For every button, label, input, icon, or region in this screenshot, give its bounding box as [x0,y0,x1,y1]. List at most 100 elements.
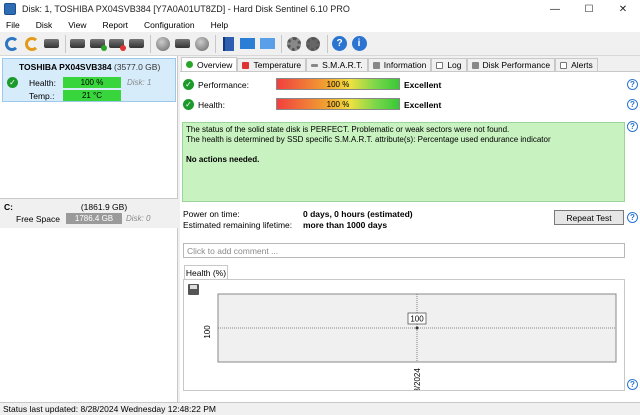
tab-log[interactable]: Log [431,58,467,71]
performance-bar: 100 % [276,78,400,90]
menu-view[interactable]: View [68,20,86,30]
overview-icon [186,61,193,68]
toolbar-separator [149,34,151,53]
tab-label: Information [383,60,427,70]
preferences-icon [306,36,320,51]
help-icon[interactable]: ? [627,379,638,390]
tab-overview[interactable]: Overview [181,57,238,71]
disk-name: TOSHIBA PX04SVB384 (3577.0 GB) [19,62,160,72]
disk-health-bar: 100 % [63,77,121,88]
menu-file[interactable]: File [6,20,20,30]
disk-button[interactable] [69,35,87,53]
information-icon [372,61,380,69]
send-button[interactable] [258,35,276,53]
y-tick-label: 100 [203,325,212,339]
menu-configuration[interactable]: Configuration [144,20,195,30]
repeat-test-button[interactable]: Repeat Test [554,210,624,225]
settings-icon [286,36,301,51]
health-label: Health: [198,100,225,110]
disk-error-icon [109,39,126,51]
surface-test-button[interactable] [154,35,172,53]
status-bar: Status last updated: 8/28/2024 Wednesday… [0,402,640,415]
help-button[interactable]: ? [331,35,349,53]
status-description: The status of the solid state disk is PE… [182,122,625,202]
status-line: The health is determined by SSD specific… [186,135,551,144]
help-icon[interactable]: ? [627,121,638,132]
temp-label: Temp.: [29,91,55,101]
tab-information[interactable]: Information [367,58,432,71]
toolbar-separator [64,34,66,53]
x-tick-label: 8/28/2024 [413,368,422,390]
title-bar: Disk: 1, TOSHIBA PX04SVB384 [Y7A0A01UT8Z… [0,0,640,18]
log-icon [436,61,444,69]
free-space-bar: 1786.4 GB [66,213,122,224]
app-icon [4,3,16,15]
comment-input[interactable]: Click to add comment ... [183,243,625,258]
volume-disk-tag: Disk: 0 [126,214,151,223]
disk-tile[interactable]: TOSHIBA PX04SVB384 (3577.0 GB) ✓ Health:… [2,58,176,102]
send-icon [259,38,275,49]
tab-label: Log [447,60,462,70]
disk-info-button[interactable] [193,35,211,53]
minimize-button[interactable]: — [538,0,572,18]
disk-gray-button[interactable] [127,35,145,53]
tab-bar: Overview Temperature S.M.A.R.T. Informat… [181,57,640,71]
window-controls: — ☐ ✕ [538,0,640,18]
info-icon: i [351,36,367,51]
help-icon[interactable]: ? [627,99,638,110]
tab-health-percent[interactable]: Health (%) [184,265,228,279]
disk-tools-icon [174,39,190,48]
disk-tag: Disk: 1 [127,78,152,87]
tab-disk-performance[interactable]: Disk Performance [466,58,556,71]
data-label: 100 [410,315,424,324]
tab-alerts[interactable]: Alerts [555,58,598,71]
report-button[interactable] [219,35,237,53]
disk-temp-bar: 21 °C [63,90,121,101]
preferences-button[interactable] [304,35,322,53]
overview-panel: ✓ Performance: 100 % Excellent ? ✓ Healt… [180,71,640,402]
help-icon: ? [332,36,347,51]
performance-rating: Excellent [404,80,442,90]
report-icon [222,36,234,51]
tab-smart[interactable]: S.M.A.R.T. [306,58,368,71]
health-label: Health: [29,78,56,88]
menu-report[interactable]: Report [103,20,129,30]
free-space-label: Free Space [16,214,60,224]
status-text: Status last updated: 8/28/2024 Wednesday… [3,404,216,414]
health-chart-pane: 100 8/28/2024 100 [183,279,625,391]
surface-test-icon [155,36,170,51]
about-button[interactable]: i [350,35,368,53]
menu-help[interactable]: Help [211,20,228,30]
lifetime-value: more than 1000 days [303,220,388,230]
menu-disk[interactable]: Disk [36,20,53,30]
toolbar: ? i [0,32,640,56]
tab-temperature[interactable]: Temperature [237,58,307,71]
performance-value: 100 % [326,79,350,89]
toolbar-separator [280,34,282,53]
health-rating: Excellent [404,100,442,110]
health-chart: 100 8/28/2024 100 [203,293,617,390]
refresh-button[interactable] [3,35,21,53]
mail-icon [240,38,255,49]
help-icon[interactable]: ? [627,79,638,90]
help-icon[interactable]: ? [627,212,638,223]
tab-label: Disk Performance [482,60,551,70]
disk-error-button[interactable] [108,35,126,53]
close-button[interactable]: ✕ [606,0,640,18]
thermometer-icon [242,61,250,69]
volume-size: (1861.9 GB) [80,202,128,212]
volume-tile[interactable]: C: (1861.9 GB) Free Space 1786.4 GB Disk… [0,198,178,228]
disk-tools-button[interactable] [173,35,191,53]
performance-label: Performance: [198,80,250,90]
lifetime-label: Estimated remaining lifetime: [183,220,293,230]
data-point [415,326,419,330]
mail-button[interactable] [239,35,257,53]
menu-bar: File Disk View Report Configuration Help [0,18,640,32]
disk-ok-button[interactable] [88,35,107,53]
settings-button[interactable] [285,35,303,53]
power-on-value: 0 days, 0 hours (estimated) [303,209,413,219]
maximize-button[interactable]: ☐ [572,0,606,18]
disk-list-button[interactable] [42,35,60,53]
refresh-icon [5,36,19,51]
refresh-all-button[interactable] [23,35,41,53]
